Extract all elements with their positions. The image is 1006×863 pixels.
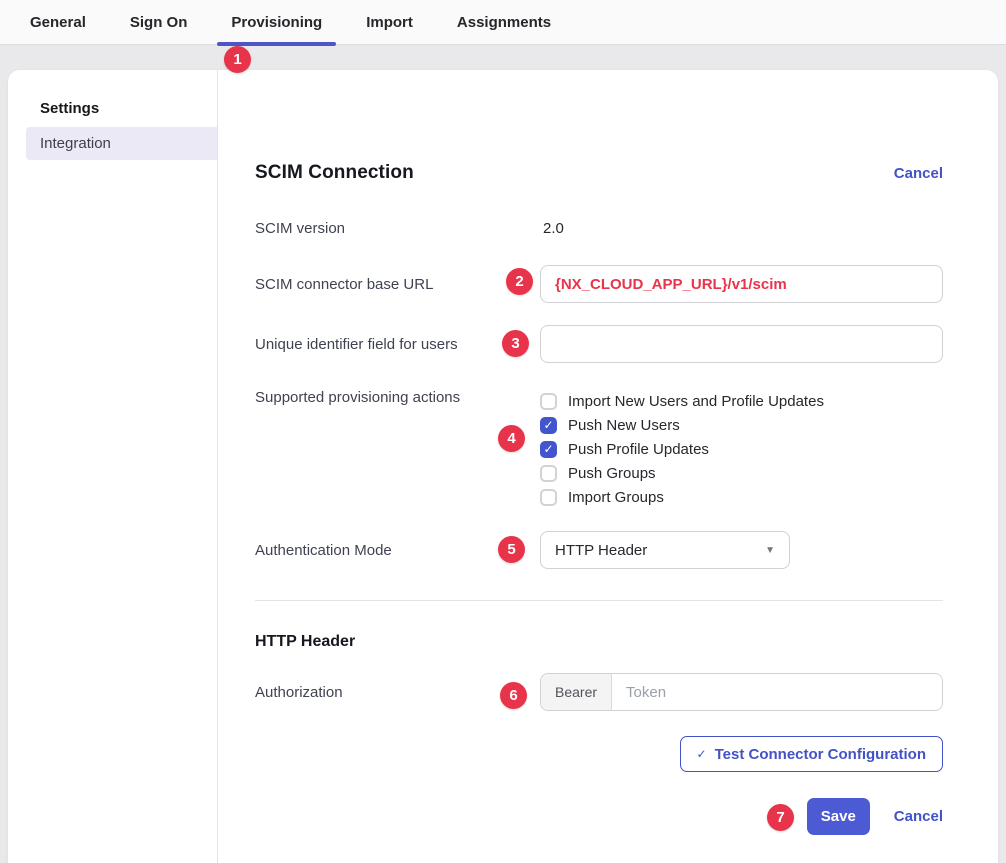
- cancel-link-top[interactable]: Cancel: [894, 165, 943, 182]
- check-icon: ✓: [697, 747, 707, 761]
- tab-assignments[interactable]: Assignments: [443, 0, 565, 44]
- step-badge-4: 4: [498, 425, 525, 452]
- checkbox-row-push-groups[interactable]: ✓ Push Groups: [540, 461, 943, 485]
- step-badge-5: 5: [498, 536, 525, 563]
- checkbox-row-push-profile-updates[interactable]: ✓ Push Profile Updates: [540, 437, 943, 461]
- auth-mode-row: Authentication Mode HTTP Header ▼: [255, 531, 943, 569]
- authorization-input-group: Bearer: [540, 673, 943, 711]
- base-url-label: SCIM connector base URL: [255, 276, 540, 293]
- checkbox-label: Import Groups: [568, 489, 664, 506]
- unique-id-row: Unique identifier field for users: [255, 325, 943, 363]
- http-header-section-heading: HTTP Header: [255, 633, 943, 651]
- tab-sign-on[interactable]: Sign On: [116, 0, 202, 44]
- unique-id-input[interactable]: [540, 325, 943, 363]
- unique-id-label: Unique identifier field for users: [255, 336, 540, 353]
- test-connector-button[interactable]: ✓ Test Connector Configuration: [680, 736, 943, 772]
- sidebar: Settings Integration: [8, 70, 218, 863]
- auth-mode-selected-value: HTTP Header: [555, 542, 647, 559]
- authorization-label: Authorization: [255, 684, 540, 701]
- provisioning-actions-list: ✓ Import New Users and Profile Updates ✓…: [540, 389, 943, 509]
- section-divider: [255, 600, 943, 601]
- scim-version-row: SCIM version 2.0: [255, 220, 943, 237]
- app-tabbar: General Sign On Provisioning Import Assi…: [0, 0, 1006, 45]
- provisioning-actions-row: Supported provisioning actions ✓ Import …: [255, 389, 943, 509]
- scim-version-value: 2.0: [540, 220, 943, 237]
- page-title: SCIM Connection: [255, 162, 414, 184]
- tab-import[interactable]: Import: [352, 0, 427, 44]
- authorization-row: Authorization Bearer: [255, 673, 943, 711]
- chevron-down-icon: ▼: [765, 545, 775, 556]
- provisioning-actions-label: Supported provisioning actions: [255, 389, 540, 406]
- checkbox-label: Import New Users and Profile Updates: [568, 393, 824, 410]
- checkbox-push-new-users[interactable]: ✓: [540, 417, 557, 434]
- checkbox-label: Push Groups: [568, 465, 656, 482]
- save-button[interactable]: Save: [807, 798, 870, 835]
- step-badge-3: 3: [502, 330, 529, 357]
- step-badge-7: 7: [767, 804, 794, 831]
- token-input[interactable]: [612, 674, 942, 710]
- checkbox-import-groups[interactable]: ✓: [540, 489, 557, 506]
- tab-provisioning[interactable]: Provisioning: [217, 0, 336, 44]
- base-url-input[interactable]: [540, 265, 943, 303]
- auth-mode-select[interactable]: HTTP Header ▼: [540, 531, 790, 569]
- sidebar-item-integration[interactable]: Integration: [26, 127, 217, 160]
- base-url-row: SCIM connector base URL: [255, 265, 943, 303]
- form-header: SCIM Connection Cancel: [255, 162, 943, 184]
- checkbox-row-push-new-users[interactable]: ✓ Push New Users: [540, 413, 943, 437]
- content-card: Settings Integration SCIM Connection Can…: [8, 70, 998, 863]
- checkbox-push-groups[interactable]: ✓: [540, 465, 557, 482]
- page: General Sign On Provisioning Import Assi…: [0, 0, 1006, 863]
- checkbox-push-profile-updates[interactable]: ✓: [540, 441, 557, 458]
- checkbox-label: Push New Users: [568, 417, 680, 434]
- tab-general[interactable]: General: [16, 0, 100, 44]
- bearer-prefix: Bearer: [541, 674, 612, 710]
- step-badge-1: 1: [224, 46, 251, 73]
- step-badge-2: 2: [506, 268, 533, 295]
- checkbox-row-import-groups[interactable]: ✓ Import Groups: [540, 485, 943, 509]
- cancel-link-bottom[interactable]: Cancel: [894, 808, 943, 825]
- sidebar-heading: Settings: [8, 100, 217, 127]
- checkbox-row-import-users[interactable]: ✓ Import New Users and Profile Updates: [540, 389, 943, 413]
- test-connector-label: Test Connector Configuration: [715, 746, 926, 763]
- step-badge-6: 6: [500, 682, 527, 709]
- scim-version-label: SCIM version: [255, 220, 540, 237]
- save-row: Save Cancel: [255, 798, 943, 835]
- provisioning-form: SCIM Connection Cancel SCIM version 2.0 …: [218, 70, 998, 863]
- checkbox-import-users[interactable]: ✓: [540, 393, 557, 410]
- test-connector-row: ✓ Test Connector Configuration: [255, 736, 943, 772]
- checkbox-label: Push Profile Updates: [568, 441, 709, 458]
